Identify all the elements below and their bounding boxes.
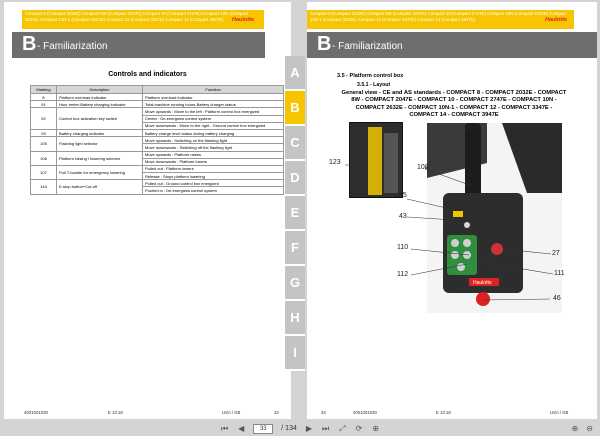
row-description: Battery charging indicator bbox=[56, 128, 143, 138]
row-function: Pulled out : Platform lowers bbox=[142, 164, 284, 174]
callout-label: 43 bbox=[399, 213, 407, 220]
row-function: Platform overload indicator bbox=[142, 92, 284, 102]
previous-page-icon[interactable]: ◀ bbox=[237, 424, 245, 433]
footer-edition: E 10.18 bbox=[108, 410, 123, 415]
row-marking: 105 bbox=[30, 136, 57, 152]
viewer-toolbar: ⏮ ◀ 33 / 134 ▶ ⏭ ⤢ ⟳ ⊕ ⊕ ⊖ bbox=[0, 421, 600, 436]
row-description: Hour meter-Battery charging indicator bbox=[56, 100, 143, 109]
footer-page-number: 33 bbox=[274, 410, 279, 415]
row-function: Move upwards : Switching on the flashing… bbox=[142, 136, 284, 145]
row-description: Platform overload indicator bbox=[56, 92, 143, 102]
row-description: Pull T-handle for emergency lowering bbox=[56, 164, 143, 181]
page-number-input[interactable]: 33 bbox=[253, 423, 274, 434]
row-function: Pulled out : Ground control box energize… bbox=[142, 179, 284, 188]
first-page-icon[interactable]: ⏮ bbox=[220, 424, 229, 434]
table-row: 8 Platform overload indicator Platform ove… bbox=[30, 92, 284, 102]
tab-d[interactable]: D bbox=[285, 161, 305, 196]
row-marking: 93 bbox=[30, 128, 57, 138]
footer-doc-number: 4001001030 bbox=[353, 410, 377, 415]
footer-page-number: 34 bbox=[321, 410, 326, 415]
callout-label: 112 bbox=[397, 271, 409, 278]
tab-f[interactable]: F bbox=[285, 231, 305, 266]
table-row: 107 Pull T-handle for emergency lowering P… bbox=[30, 164, 284, 181]
row-function: Move downwards : Platform lowers bbox=[142, 157, 284, 166]
section-title: Controls and indicators bbox=[108, 71, 187, 78]
tab-g[interactable]: G bbox=[285, 266, 305, 301]
row-function: Move downwards : Move to the right : Gro… bbox=[142, 121, 284, 130]
chapter-tabs: ABCDEFGHI bbox=[285, 56, 305, 371]
row-description: Flashing light selector bbox=[56, 136, 143, 152]
row-marking: 107 bbox=[30, 164, 57, 181]
row-function: Battery charge level status during batte… bbox=[142, 128, 284, 138]
row-description: Control box activation key switch bbox=[56, 107, 143, 130]
tab-c[interactable]: C bbox=[285, 126, 305, 161]
document-header: Compact 8 (Compact 2032E) Compact 8W (Co… bbox=[22, 10, 264, 29]
fit-page-icon[interactable]: ⤢ bbox=[338, 424, 346, 434]
row-function: Total machine running hours-Battery char… bbox=[142, 100, 284, 109]
row-marking: 8 bbox=[30, 92, 57, 102]
row-marking: 92 bbox=[30, 107, 57, 130]
table-row: 92 Control box activation key switch Move … bbox=[30, 107, 284, 130]
row-description: Platform raising / lowering selector bbox=[56, 150, 143, 166]
controls-table: Marking Description Function 8 Platform o… bbox=[30, 85, 284, 195]
row-description: E-stop button+Cut-off bbox=[56, 179, 143, 195]
callout-lines bbox=[345, 126, 554, 301]
right-page: Compact 8 (Compact 2032E) Compact 8W (Co… bbox=[307, 2, 597, 419]
zoom-in-icon[interactable]: ⊕ bbox=[571, 424, 580, 433]
chapter-label: - Familiarization bbox=[37, 41, 108, 52]
tab-e[interactable]: E bbox=[285, 196, 305, 231]
column-header: Function bbox=[142, 85, 284, 94]
callout-label: 27 bbox=[552, 250, 560, 257]
footer-language: USA / GB bbox=[222, 410, 241, 415]
row-function: Move upwards : Platform raises bbox=[142, 150, 284, 159]
last-page-icon[interactable]: ⏭ bbox=[321, 424, 330, 434]
next-page-icon[interactable]: ▶ bbox=[305, 424, 313, 433]
zoom-controls: ⊕ ⊖ bbox=[571, 424, 594, 433]
row-marking: 106 bbox=[30, 150, 57, 166]
zoom-out-icon[interactable]: ⊖ bbox=[585, 424, 594, 433]
callout-label: 108 bbox=[417, 164, 429, 171]
table-row: 93 Battery charging indicator Battery char… bbox=[30, 128, 284, 138]
zoom-icon[interactable]: ⊕ bbox=[371, 424, 380, 433]
callout-label: 46 bbox=[553, 295, 561, 302]
footer-doc-number: 4001001030 bbox=[24, 410, 48, 415]
table-header-row: Marking Description Function bbox=[30, 85, 284, 94]
chapter-band: B - Familiarization bbox=[12, 32, 265, 58]
callout-label: 123 bbox=[329, 159, 341, 166]
table-row: 106 Platform raising / lowering selector M… bbox=[30, 150, 284, 166]
callout-label: 85 bbox=[399, 192, 407, 199]
callout-label: 110 bbox=[397, 244, 409, 251]
brand-logo: Haulotte bbox=[232, 17, 254, 23]
table-row: 105 Flashing light selector Move upwards :… bbox=[30, 136, 284, 152]
left-page: Compact 8 (Compact 2032E) Compact 8W (Co… bbox=[4, 2, 291, 419]
row-function: Release : Stops platform lowering bbox=[142, 172, 284, 181]
rotate-icon[interactable]: ⟳ bbox=[355, 424, 364, 433]
table-row: 144 E-stop button+Cut-off Pulled out : Gro… bbox=[30, 179, 284, 195]
page-total: / 134 bbox=[281, 425, 297, 432]
callout-label: 111 bbox=[554, 270, 565, 277]
footer-edition: E 10.18 bbox=[436, 410, 451, 415]
table-body: 8 Platform overload indicator Platform ove… bbox=[30, 92, 284, 195]
tab-b[interactable]: B bbox=[285, 91, 305, 126]
chapter-letter: B bbox=[22, 33, 37, 55]
footer-language: USA / GB bbox=[550, 410, 569, 415]
tab-a[interactable]: A bbox=[285, 56, 305, 91]
tab-i[interactable]: I bbox=[285, 336, 305, 371]
tab-h[interactable]: H bbox=[285, 301, 305, 336]
row-marking: 91 bbox=[30, 100, 57, 109]
column-header: Marking bbox=[30, 85, 57, 94]
row-function: Pushed in : De-energizes control system bbox=[142, 186, 284, 195]
row-function: Move upwards : Move to the left : Platfo… bbox=[142, 107, 284, 116]
table-row: 91 Hour meter-Battery charging indicator T… bbox=[30, 100, 284, 109]
row-function: Center : De-energizes control system bbox=[142, 114, 284, 123]
row-marking: 144 bbox=[30, 179, 57, 195]
row-function: Move downwards : Switching off the flash… bbox=[142, 143, 284, 152]
column-header: Description bbox=[56, 85, 143, 94]
